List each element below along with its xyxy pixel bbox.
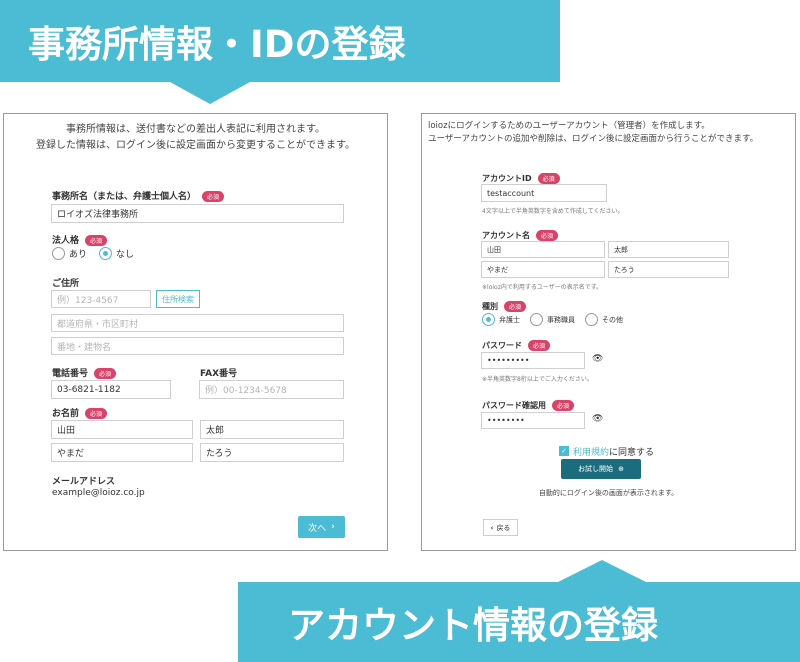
office-intro-line2: 登録した情報は、ログイン後に設定画面から変更することができます。	[36, 140, 355, 151]
zip-input[interactable]: 例）123-4567	[51, 290, 151, 308]
required-badge: 必須	[94, 368, 117, 379]
type-radio-clerk[interactable]: 事務職員	[530, 313, 575, 326]
banner-office-registration: 事務所情報・IDの登録	[0, 0, 560, 104]
corp-radio-yes[interactable]: あり	[52, 247, 87, 260]
chevron-left-icon: ‹	[490, 523, 494, 532]
type-label: 種別 必須	[482, 301, 527, 312]
terms-link[interactable]: 利用規約	[573, 445, 609, 458]
address-search-button[interactable]: 住所検索	[156, 290, 200, 308]
type-radio-other[interactable]: その他	[585, 313, 623, 326]
last-kana-input[interactable]: やまだ	[51, 443, 193, 462]
office-intro: 事務所情報は、送付書などの差出人表記に利用されます。 登録した情報は、ログイン後…	[4, 122, 387, 154]
password-input[interactable]: •••••••••	[481, 352, 585, 369]
account-intro-line2: ユーザーアカウントの追加や削除は、ログイン後に設定画面から行うことができます。	[428, 134, 759, 144]
account-intro: loiozにログインするためのユーザーアカウント（管理者）を作成します。 ユーザ…	[428, 120, 793, 146]
required-badge: 必須	[528, 340, 551, 351]
first-name-input[interactable]: 太郎	[200, 420, 344, 439]
account-id-label: アカウントID 必須	[482, 173, 560, 184]
corp-label: 法人格 必須	[52, 233, 108, 246]
fax-label: FAX番号	[200, 369, 238, 379]
account-id-hint: 4文字以上で半角英数字を含めて作成してください。	[482, 208, 624, 215]
email-value: example@loioz.co.jp	[52, 488, 145, 498]
terms-checkbox[interactable]: ✓ 利用規約 に同意する	[559, 445, 654, 458]
required-badge: 必須	[85, 235, 108, 246]
last-name-input[interactable]: 山田	[51, 420, 193, 439]
password-confirm-input[interactable]: ••••••••	[481, 412, 585, 429]
required-badge: 必須	[85, 408, 108, 419]
after-login-note: 自動的にログイン後の画面が表示されます。	[538, 489, 679, 497]
office-name-input[interactable]: ロイオズ法律事務所	[51, 204, 344, 223]
back-button[interactable]: ‹ 戻る	[483, 519, 518, 536]
banner-account-registration: アカウント情報の登録	[238, 560, 800, 662]
account-last-kana-input[interactable]: やまだ	[481, 261, 605, 278]
name-label: お名前 必須	[52, 406, 108, 419]
account-first-kana-input[interactable]: たろう	[608, 261, 729, 278]
corp-radio-group: あり なし	[52, 247, 134, 260]
first-kana-input[interactable]: たろう	[200, 443, 344, 462]
building-input[interactable]: 番地・建物名	[51, 337, 344, 355]
type-radio-lawyer[interactable]: 弁護士	[482, 313, 520, 326]
banner-title-bottom: アカウント情報の登録	[288, 604, 658, 647]
account-first-name-input[interactable]: 太郎	[608, 241, 729, 258]
fax-input[interactable]: 例）00-1234-5678	[199, 380, 344, 399]
office-name-label: 事務所名（または、弁護士個人名） 必須	[52, 189, 225, 202]
required-badge: 必須	[504, 301, 527, 312]
type-radio-group: 弁護士 事務職員 その他	[482, 313, 623, 326]
required-badge: 必須	[536, 230, 559, 241]
account-intro-line1: loiozにログインするためのユーザーアカウント（管理者）を作成します。	[428, 121, 710, 131]
required-badge: 必須	[537, 173, 560, 184]
radio-off-icon	[52, 247, 65, 260]
password-label: パスワード 必須	[482, 340, 551, 351]
radio-off-icon	[585, 313, 598, 326]
password-hint: ※半角英数字8桁以上でご入力ください。	[482, 376, 593, 383]
banner-title-top: 事務所情報・IDの登録	[28, 23, 406, 66]
chevron-right-icon: ›	[331, 522, 335, 532]
address-label: ご住所	[52, 279, 80, 289]
terms-checkbox-row: ✓ 利用規約 に同意する	[559, 438, 654, 458]
phone-input[interactable]: 03-6821-1182	[51, 380, 171, 399]
arrow-circle-icon: ⊕	[618, 465, 624, 473]
account-info-panel: loiozにログインするためのユーザーアカウント（管理者）を作成します。 ユーザ…	[421, 113, 796, 551]
radio-on-icon	[99, 247, 113, 260]
radio-on-icon	[482, 313, 495, 326]
email-label: メールアドレス	[52, 477, 116, 487]
password-confirm-label: パスワード確認用 必須	[482, 400, 575, 411]
office-intro-line1: 事務所情報は、送付書などの差出人表記に利用されます。	[66, 124, 325, 135]
eye-icon[interactable]: 👁	[592, 414, 603, 424]
required-badge: 必須	[552, 400, 575, 411]
office-info-panel: 事務所情報は、送付書などの差出人表記に利用されます。 登録した情報は、ログイン後…	[3, 113, 388, 551]
account-last-name-input[interactable]: 山田	[481, 241, 605, 258]
checkmark-icon: ✓	[559, 446, 569, 456]
corp-radio-no[interactable]: なし	[99, 247, 134, 260]
eye-icon[interactable]: 👁	[592, 354, 603, 364]
phone-label: 電話番号 必須	[52, 366, 117, 379]
account-id-input[interactable]: testaccount	[481, 184, 607, 202]
start-trial-button[interactable]: お試し開始 ⊕	[561, 459, 641, 479]
next-button[interactable]: 次へ ›	[298, 516, 345, 538]
required-badge: 必須	[202, 191, 225, 202]
radio-off-icon	[530, 313, 543, 326]
account-name-label: アカウント名 必須	[482, 230, 559, 241]
account-name-hint: ※loioz内で利用するユーザーの表示名です。	[482, 284, 603, 291]
prefecture-input[interactable]: 都道府県・市区町村	[51, 314, 344, 332]
